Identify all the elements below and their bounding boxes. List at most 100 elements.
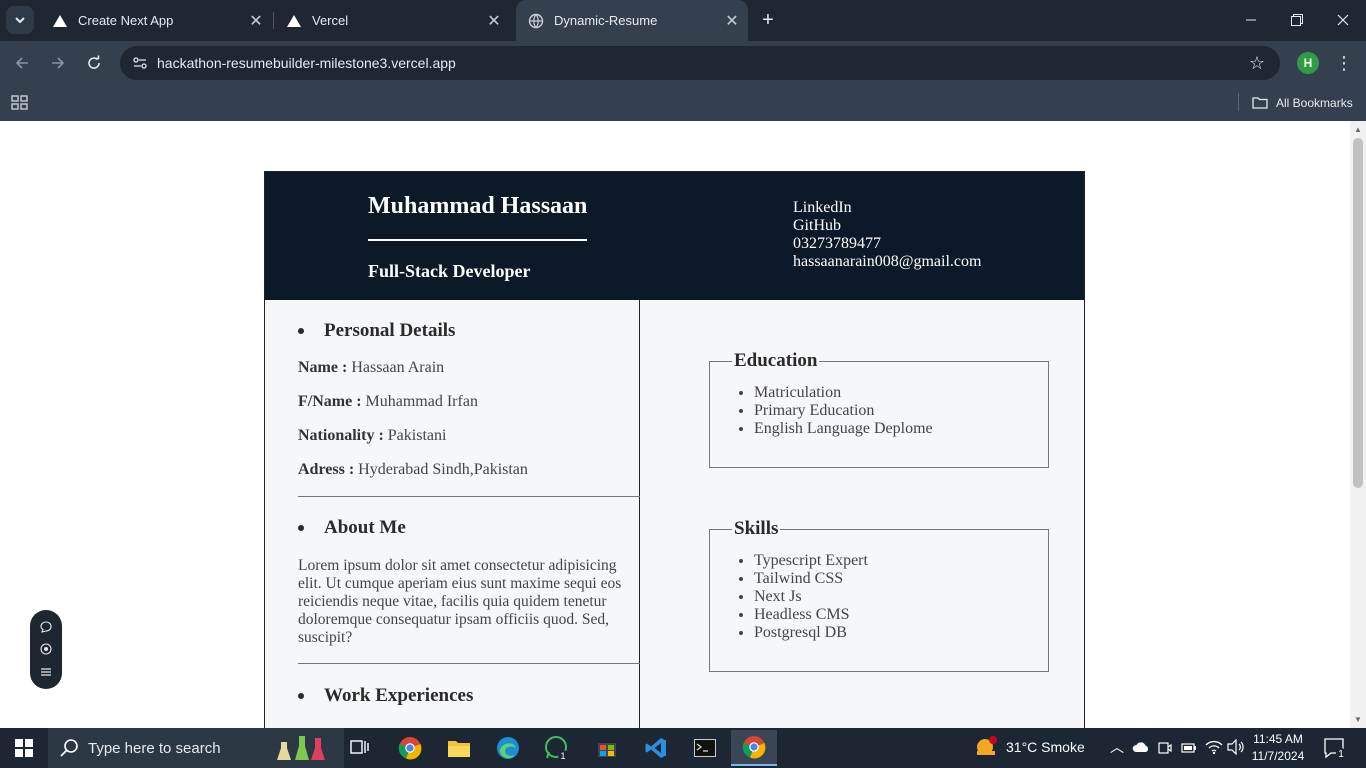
notification-center-icon[interactable]: 1 (1323, 737, 1347, 759)
lab-flasks-icon (276, 736, 325, 760)
eye-icon[interactable] (39, 642, 53, 656)
page-scrollbar[interactable]: ▲ ▼ (1350, 121, 1366, 728)
list-item: Matriculation (754, 384, 1038, 402)
vercel-triangle-icon (52, 13, 68, 29)
resume-right-column: Education Matriculation Primary Educatio… (641, 300, 1084, 728)
search-icon (60, 739, 78, 757)
tab-vercel[interactable]: Vercel ✕ (274, 0, 510, 41)
chrome-taskbar-icon[interactable] (394, 732, 426, 764)
resume-role: Full-Stack Developer (368, 261, 531, 281)
skills-list: Typescript Expert Tailwind CSS Next Js H… (730, 552, 1038, 642)
apps-grid-icon[interactable] (10, 92, 30, 112)
field-label: Nationality : (298, 427, 384, 444)
education-heading: Education (734, 350, 818, 371)
field-value: Pakistani (387, 427, 447, 444)
education-box: Education Matriculation Primary Educatio… (709, 350, 1049, 468)
resume-header: Muhammad Hassaan Full-Stack Developer Li… (265, 172, 1084, 300)
list-item: Headless CMS (754, 606, 1038, 624)
clock-date: 11/7/2024 (1251, 749, 1305, 763)
tab-title: Dynamic-Resume (554, 13, 658, 28)
menu-lines-icon[interactable] (39, 665, 53, 679)
forward-button[interactable] (44, 49, 72, 77)
vscode-icon[interactable] (640, 732, 672, 764)
close-icon (1337, 14, 1349, 26)
globe-icon (528, 13, 544, 29)
list-item: English Language Deplome (754, 420, 1038, 438)
onedrive-cloud-icon[interactable] (1132, 741, 1150, 753)
list-item: Postgresql DB (754, 624, 1038, 642)
tab-dynamic-resume[interactable]: Dynamic-Resume ✕ (516, 0, 748, 41)
close-window-button[interactable] (1320, 0, 1366, 40)
phone-number: 03273789477 (793, 235, 881, 252)
chat-bubble-icon[interactable] (39, 620, 53, 634)
arrow-right-icon (52, 57, 65, 69)
windows-taskbar: Type here to search 1 31°C Smoke ︿ 11:45… (0, 728, 1366, 768)
system-clock[interactable]: 11:45 AM 11/7/2024 (1250, 731, 1306, 765)
site-info-icon[interactable] (128, 51, 152, 75)
restore-button[interactable] (1274, 0, 1320, 40)
new-tab-button[interactable]: + (756, 8, 780, 32)
skills-heading: Skills (734, 518, 779, 539)
list-item: Typescript Expert (754, 552, 1038, 570)
task-view-icon[interactable] (344, 732, 376, 764)
tab-create-next-app[interactable]: Create Next App ✕ (40, 0, 272, 41)
battery-icon[interactable] (1181, 741, 1197, 755)
list-item: Tailwind CSS (754, 570, 1038, 588)
all-bookmarks-button[interactable]: All Bookmarks (1252, 91, 1353, 115)
start-button[interactable] (0, 728, 48, 768)
volume-icon[interactable] (1227, 739, 1245, 755)
bookmark-star-icon[interactable]: ☆ (1246, 52, 1268, 74)
field-label: F/Name : (298, 393, 362, 410)
name-underline (368, 239, 587, 241)
taskbar-search[interactable]: Type here to search (48, 728, 344, 768)
vercel-triangle-icon (286, 13, 302, 29)
tab-title: Create Next App (78, 13, 174, 28)
weather-icon[interactable] (973, 735, 999, 759)
work-experiences-heading: Work Experiences (298, 685, 473, 707)
about-me-heading: About Me (298, 517, 406, 539)
meet-now-icon[interactable] (1158, 740, 1172, 756)
field-value: Hyderabad Sindh,Pakistan (358, 461, 528, 478)
scrollbar-thumb[interactable] (1353, 138, 1363, 488)
bookmarks-bar: All Bookmarks (0, 85, 1366, 121)
notification-count: 1 (1338, 749, 1344, 759)
microsoft-store-icon[interactable] (591, 732, 623, 764)
url-text[interactable]: hackathon-resumebuilder-milestone3.verce… (157, 55, 456, 71)
restore-icon (1291, 14, 1303, 26)
close-tab-icon[interactable]: ✕ (246, 11, 266, 31)
address-bar[interactable]: hackathon-resumebuilder-milestone3.verce… (120, 46, 1280, 80)
tab-search-button[interactable] (6, 6, 34, 34)
skills-box: Skills Typescript Expert Tailwind CSS Ne… (709, 518, 1049, 672)
terminal-icon[interactable] (689, 732, 721, 764)
whatsapp-icon[interactable]: 1 (541, 732, 573, 764)
scroll-up-icon[interactable]: ▲ (1354, 125, 1362, 134)
chrome-active-taskbar-icon[interactable] (731, 730, 777, 766)
name-field: Name : Hassaan Arain (298, 359, 444, 377)
section-title: Personal Details (324, 320, 456, 341)
section-divider (298, 663, 640, 664)
scroll-down-icon[interactable]: ▼ (1354, 715, 1362, 724)
weather-text[interactable]: 31°C Smoke (1006, 739, 1085, 755)
nationality-field: Nationality : Pakistani (298, 427, 446, 445)
linkedin-link[interactable]: LinkedIn (793, 199, 981, 217)
floating-widget (30, 610, 62, 689)
github-link[interactable]: GitHub (793, 217, 981, 235)
edge-browser-icon[interactable] (492, 732, 524, 764)
list-item: Next Js (754, 588, 1038, 606)
minimize-button[interactable] (1228, 0, 1274, 40)
wifi-icon[interactable] (1205, 739, 1223, 755)
file-explorer-icon[interactable] (443, 732, 475, 764)
contact-list: LinkedIn GitHub 03273789477 hassaanarain… (793, 199, 981, 271)
back-button[interactable] (8, 49, 36, 77)
reload-icon (88, 55, 100, 69)
tab-strip: Create Next App ✕ Vercel ✕ Dynamic-Resum… (0, 0, 1366, 41)
more-menu-icon[interactable]: ⋮ (1334, 50, 1354, 76)
arrow-left-icon (15, 57, 28, 69)
close-tab-icon[interactable]: ✕ (722, 11, 742, 31)
tab-title: Vercel (312, 13, 349, 28)
chevron-up-icon[interactable]: ︿ (1110, 737, 1124, 757)
profile-avatar[interactable]: H (1297, 52, 1319, 74)
reload-button[interactable] (80, 49, 108, 77)
close-tab-icon[interactable]: ✕ (484, 11, 504, 31)
resume-name: Muhammad Hassaan (368, 193, 588, 219)
